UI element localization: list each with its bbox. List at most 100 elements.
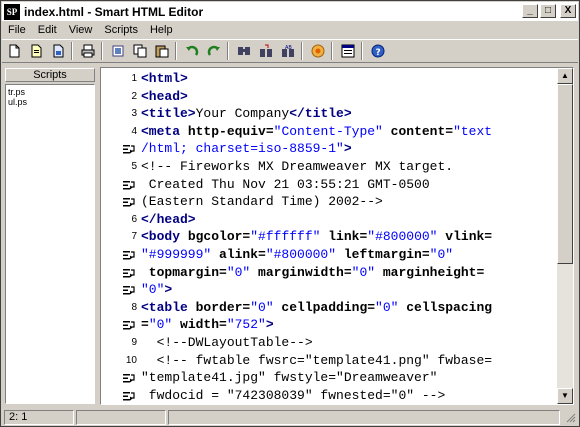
code-token: "#800000" (367, 229, 438, 245)
menu-help[interactable]: Help (144, 24, 179, 36)
code-line[interactable]: <!-- Fireworks MX Dreamweaver MX target. (141, 158, 453, 176)
line-number: 5 (131, 161, 137, 172)
code-token: "0" (351, 264, 376, 280)
scripts-list[interactable]: tr.ps ul.ps (5, 84, 95, 404)
scroll-up-arrow-icon[interactable]: ▲ (557, 68, 573, 84)
open-document-icon[interactable] (26, 41, 46, 61)
status-cell (76, 409, 166, 425)
code-line[interactable]: fwdocid = "742308039" fwnested="0" --> (141, 387, 446, 404)
code-token: Your Company (195, 106, 290, 122)
svg-text:?: ? (376, 48, 381, 58)
new-document-icon[interactable] (4, 41, 24, 61)
help-icon[interactable]: ? (368, 41, 388, 61)
code-area[interactable]: <html> <head> <title>Your Company</title> <… (141, 68, 559, 404)
word-wrap-icon (123, 268, 135, 278)
code-token: Created Thu Nov 21 03:55:21 GMT-0500 (141, 176, 430, 192)
code-token: <head> (141, 88, 188, 104)
toolbar-separator (175, 42, 177, 60)
code-line[interactable]: <table border="0" cellpadding="0" cellsp… (141, 299, 492, 317)
menu-view[interactable]: View (63, 24, 99, 36)
code-line[interactable]: ="0" width="752"> (141, 316, 274, 334)
code-line[interactable]: <head> (141, 88, 188, 106)
close-button[interactable]: X (560, 4, 576, 18)
svg-text:AB: AB (285, 45, 292, 51)
resize-grip-icon[interactable] (564, 411, 576, 423)
cut-icon[interactable] (108, 41, 128, 61)
code-line[interactable]: "template41.jpg" fwstyle="Dreamweaver" (141, 369, 437, 387)
script-item[interactable]: ul.ps (8, 97, 92, 107)
code-token: "0" (226, 264, 251, 280)
cursor-position: 2: 1 (4, 409, 74, 425)
menu-scripts[interactable]: Scripts (98, 24, 144, 36)
code-line[interactable]: <title>Your Company</title> (141, 105, 352, 123)
line-number: 10 (125, 354, 137, 366)
minimize-button[interactable]: _ (522, 4, 538, 18)
script-item[interactable]: tr.ps (8, 87, 92, 97)
title-bar[interactable]: SP index.html - Smart HTML Editor _ □ X (2, 2, 578, 21)
menu-bar: File Edit View Scripts Help (2, 22, 578, 38)
code-token: <html> (141, 71, 188, 86)
menu-file[interactable]: File (2, 24, 32, 36)
code-line[interactable]: <meta http-equiv="Content-Type" content=… (141, 123, 492, 141)
word-wrap-icon (123, 198, 135, 207)
undo-icon[interactable] (182, 41, 202, 61)
code-token: "Content-Type" (273, 123, 383, 139)
word-wrap-icon (123, 286, 135, 295)
replace-icon[interactable]: AB (278, 41, 298, 61)
code-line[interactable]: "#999999" alink="#800000" leftmargin="0" (141, 246, 453, 264)
code-line[interactable]: <body bgcolor="#ffffff" link="#800000" v… (141, 228, 492, 246)
app-window: SP index.html - Smart HTML Editor _ □ X … (0, 0, 580, 427)
scroll-thumb[interactable] (557, 84, 573, 264)
word-wrap-icon (123, 180, 135, 190)
code-token: fwdocid = "742308039" fwnested="0" --> (141, 387, 446, 403)
status-bar: 2: 1 (2, 408, 578, 426)
code-line[interactable]: /html; charset=iso-8859-1"> (141, 140, 352, 158)
word-wrap-icon (123, 391, 135, 401)
code-token: > (164, 282, 173, 298)
code-token: "0" (141, 282, 165, 298)
line-number: 2 (131, 90, 137, 102)
code-editor[interactable]: 1 2 3 4 5 6 7 8 9 10 <html> <head> <title>Your Comp… (100, 67, 574, 405)
code-token: "0" (429, 247, 454, 262)
code-token: "template41.jpg" fwstyle="Dreamweaver" (141, 370, 438, 386)
code-token: <table (141, 299, 196, 315)
code-line[interactable]: </head> (141, 211, 196, 229)
scroll-down-arrow-icon[interactable]: ▼ (557, 388, 573, 404)
toolbar-separator (331, 42, 333, 60)
copy-icon[interactable] (130, 41, 150, 61)
word-wrap-icon (123, 374, 135, 383)
line-number: 6 (131, 213, 137, 225)
save-document-icon[interactable] (48, 41, 68, 61)
paste-icon[interactable] (152, 41, 172, 61)
scripts-panel: Scripts tr.ps ul.ps (5, 68, 95, 404)
code-token: "#800000" (265, 247, 337, 262)
code-line[interactable]: <html> (141, 70, 188, 88)
code-token: "text (453, 123, 493, 139)
preview-browser-icon[interactable] (308, 41, 328, 61)
menu-edit[interactable]: Edit (32, 24, 63, 36)
code-line[interactable]: <!-- fwtable fwsrc="template41.png" fwba… (141, 352, 492, 370)
code-token: = (141, 317, 149, 333)
code-line[interactable]: <!--DWLayoutTable--> (141, 334, 313, 352)
properties-icon[interactable] (338, 41, 358, 61)
code-token: marginwidth= (250, 264, 352, 280)
code-token: <!--DWLayoutTable--> (141, 335, 313, 350)
find-next-icon[interactable] (256, 41, 276, 61)
line-number: 3 (131, 108, 137, 120)
find-icon[interactable] (234, 41, 254, 61)
code-token: </title> (289, 106, 352, 122)
code-token: (Eastern Standard Time) 2002--> (141, 194, 383, 210)
code-token: "0" (375, 299, 399, 315)
code-token: <title> (141, 106, 196, 122)
code-line[interactable]: "0"> (141, 281, 172, 299)
code-line[interactable]: (Eastern Standard Time) 2002--> (141, 193, 383, 211)
code-line[interactable]: Created Thu Nov 21 03:55:21 GMT-0500 (141, 176, 430, 194)
maximize-button[interactable]: □ (540, 4, 556, 18)
vertical-scrollbar[interactable]: ▲ ▼ (557, 68, 573, 404)
redo-icon[interactable] (204, 41, 224, 61)
code-line[interactable]: topmargin="0" marginwidth="0" marginheig… (141, 264, 484, 282)
print-icon[interactable] (78, 41, 98, 61)
line-number: 1 (131, 73, 137, 84)
code-token: "#ffffff" (250, 229, 321, 245)
code-token: "0" (250, 299, 274, 315)
